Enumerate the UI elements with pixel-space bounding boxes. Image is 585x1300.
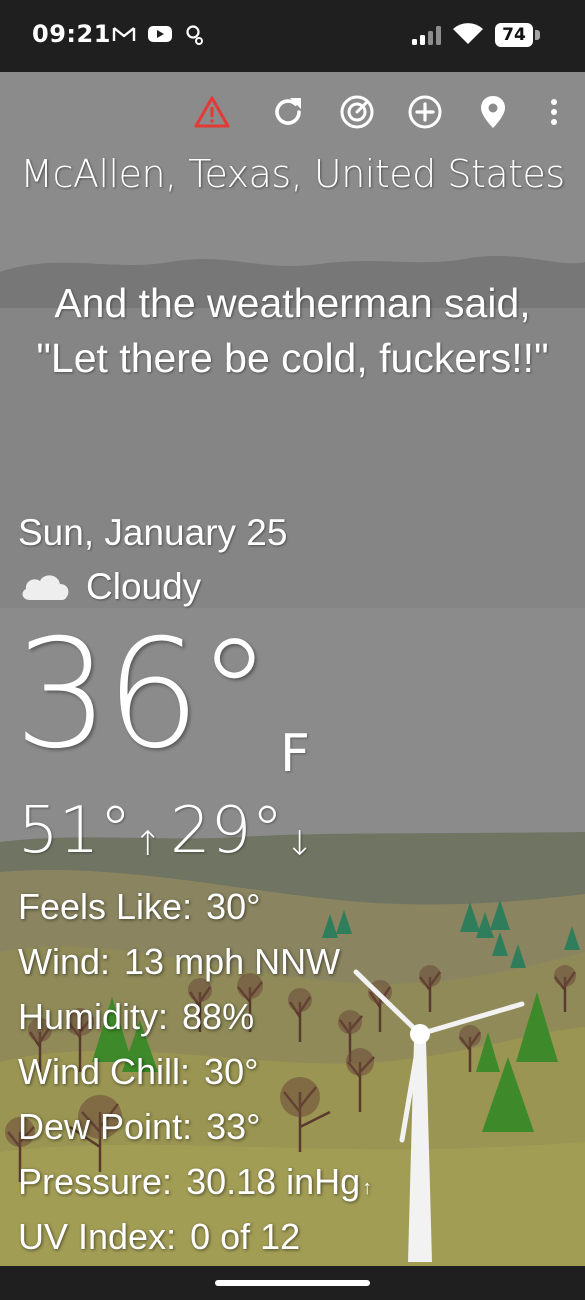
location-pin-icon bbox=[478, 94, 508, 135]
detail-value: 30° bbox=[206, 886, 261, 927]
location-title: McAllen, Texas, United States bbox=[20, 152, 565, 196]
detail-value: 88% bbox=[182, 996, 255, 1037]
more-options-button[interactable] bbox=[532, 92, 576, 136]
detail-wind-chill: Wind Chill: 30° bbox=[18, 1049, 372, 1104]
current-temperature: 36° bbox=[14, 608, 272, 782]
refresh-icon bbox=[270, 94, 306, 135]
weather-details: Feels Like: 30° Wind: 13 mph NNW Humidity:… bbox=[18, 884, 372, 1266]
refresh-button[interactable] bbox=[266, 92, 310, 136]
pressure-trend-icon: ↑ bbox=[362, 1177, 373, 1199]
weather-quote: And the weatherman said, "Let there be c… bbox=[36, 280, 549, 381]
navigation-bar bbox=[0, 1266, 585, 1300]
high-temperature: 51° bbox=[18, 794, 132, 868]
location-button[interactable] bbox=[471, 92, 515, 136]
detail-uv-index: UV Index: 0 of 12 bbox=[18, 1214, 372, 1266]
detail-value: 33° bbox=[206, 1106, 261, 1147]
detail-label: Dew Point: bbox=[18, 1106, 193, 1147]
detail-wind: Wind: 13 mph NNW bbox=[18, 939, 372, 994]
condition-label: Cloudy bbox=[86, 566, 202, 607]
detail-pressure: Pressure: 30.18 inHg ↑ bbox=[18, 1159, 372, 1214]
high-arrow-icon: ↑ bbox=[133, 824, 162, 864]
detail-value: 13 mph NNW bbox=[124, 941, 341, 982]
cloud-icon bbox=[18, 568, 72, 607]
status-bar: 09:21 74 bbox=[0, 0, 585, 72]
more-vert-icon bbox=[550, 97, 558, 132]
detail-dew-point: Dew Point: 33° bbox=[18, 1104, 372, 1159]
detail-feels-like: Feels Like: 30° bbox=[18, 884, 372, 939]
detail-value: 30.18 inHg bbox=[186, 1161, 361, 1202]
radar-button[interactable] bbox=[335, 92, 379, 136]
detail-label: Wind: bbox=[18, 941, 111, 982]
low-arrow-icon: ↓ bbox=[285, 824, 314, 864]
detail-value: 30° bbox=[204, 1051, 259, 1092]
detail-value: 0 of 12 bbox=[190, 1216, 301, 1257]
detail-humidity: Humidity: 88% bbox=[18, 994, 372, 1049]
battery-cap bbox=[535, 30, 540, 40]
add-location-button[interactable] bbox=[403, 92, 447, 136]
alert-icon bbox=[194, 95, 230, 134]
home-gesture-handle[interactable] bbox=[215, 1280, 370, 1286]
wifi-icon bbox=[452, 22, 484, 51]
detail-label: Humidity: bbox=[18, 996, 169, 1037]
status-time: 09:21 bbox=[32, 20, 111, 48]
youtube-icon bbox=[147, 24, 173, 49]
detail-label: Feels Like: bbox=[18, 886, 193, 927]
low-temperature: 29° bbox=[169, 794, 284, 868]
high-low-temperature: 51° ↑ 29° ↓ bbox=[18, 794, 322, 868]
detail-label: Wind Chill: bbox=[18, 1051, 191, 1092]
battery-icon: 74 bbox=[495, 23, 533, 47]
detail-label: UV Index: bbox=[18, 1216, 177, 1257]
forecast-date: Sun, January 25 bbox=[18, 512, 288, 553]
add-location-icon bbox=[407, 94, 443, 135]
alert-button[interactable] bbox=[190, 92, 234, 136]
signal-icon bbox=[411, 24, 445, 51]
gmail-icon bbox=[112, 24, 136, 49]
condition-row: Cloudy bbox=[18, 566, 201, 608]
radar-icon bbox=[339, 94, 375, 135]
detail-label: Pressure: bbox=[18, 1161, 173, 1202]
temperature-unit: F bbox=[280, 724, 310, 784]
weather-scene: McAllen, Texas, United States And the we… bbox=[0, 72, 585, 1266]
search-notification-icon bbox=[184, 24, 206, 51]
